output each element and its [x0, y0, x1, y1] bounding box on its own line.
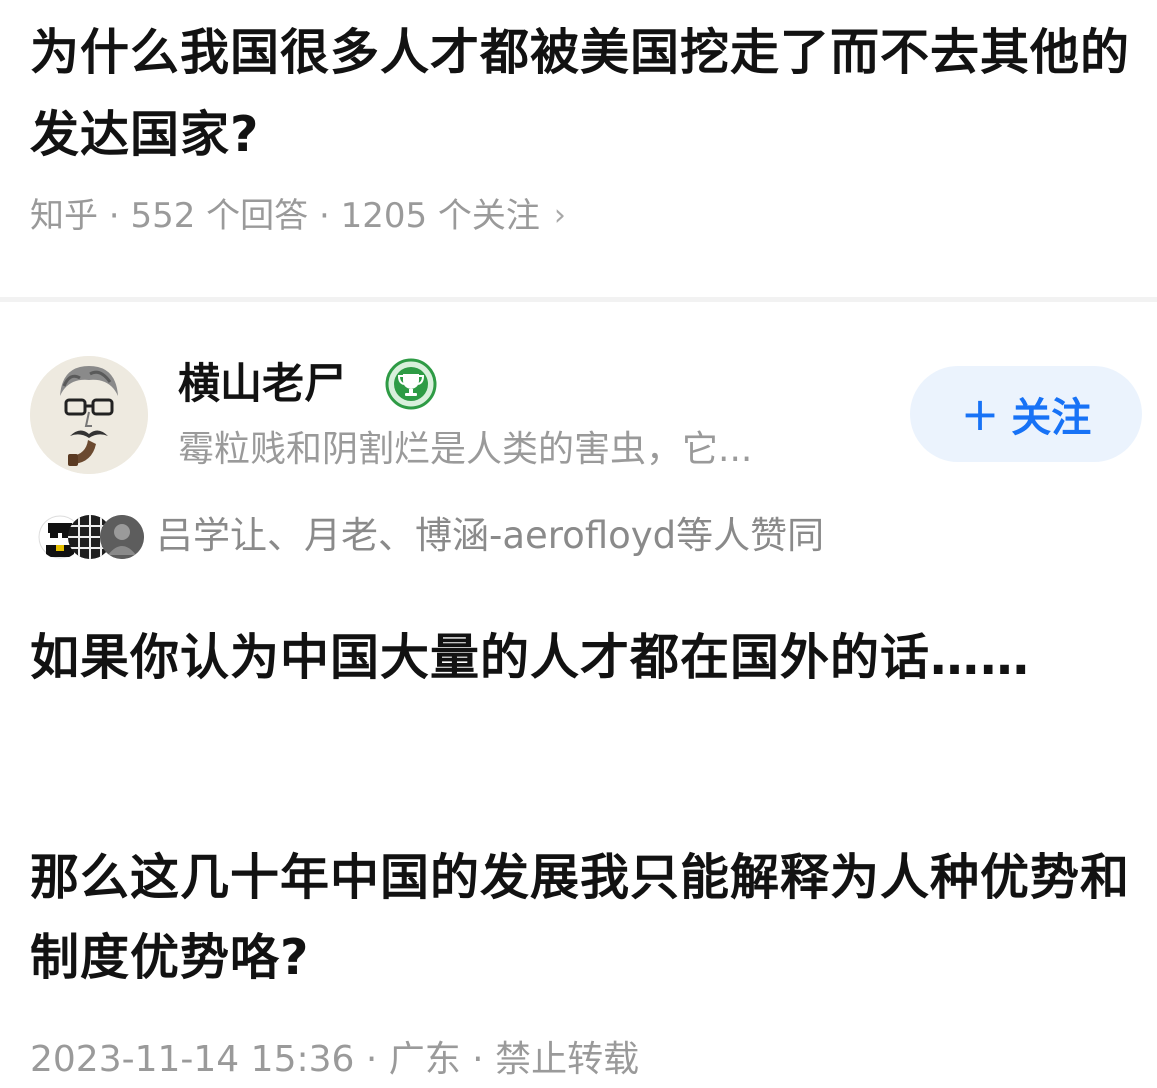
question-title[interactable]: 为什么我国很多人才都被美国挖走了而不去其他的发达国家?	[30, 12, 1140, 176]
answer-meta: 2023-11-14 15:36 · 广东 · 禁止转载	[30, 1039, 640, 1080]
followers-count: 1205 个关注	[340, 196, 540, 236]
avatar[interactable]	[30, 356, 148, 474]
author-name[interactable]: 横山老尸	[178, 356, 346, 412]
voter-avatars[interactable]	[38, 515, 148, 559]
answers-count: 552 个回答	[130, 196, 309, 236]
follow-button[interactable]: + 关注	[910, 366, 1142, 462]
follow-label: 关注	[1011, 395, 1092, 441]
avatar-image	[30, 356, 148, 474]
upvoters-text[interactable]: 吕学让、月老、博涵-aerofloyd等人赞同	[156, 508, 824, 564]
voter-avatar	[100, 515, 144, 559]
meta-separator: ·	[98, 196, 131, 236]
author-bio: 霉粒贱和阴割烂是人类的害虫，它...	[178, 429, 753, 470]
answer-paragraph: 如果你认为中国大量的人才都在国外的话……	[30, 629, 1031, 686]
meta-separator: ·	[308, 196, 341, 236]
question-meta[interactable]: 知乎 · 552 个回答 · 1205 个关注 ›	[30, 188, 566, 244]
source-label: 知乎	[30, 196, 98, 236]
plus-icon: +	[960, 387, 1000, 441]
answer-paragraph: 那么这几十年中国的发展我只能解释为人种优势和制度优势咯?	[30, 849, 1131, 986]
section-divider	[0, 297, 1157, 302]
trophy-badge-icon[interactable]	[385, 358, 437, 410]
chevron-right-icon[interactable]: ›	[554, 188, 566, 244]
